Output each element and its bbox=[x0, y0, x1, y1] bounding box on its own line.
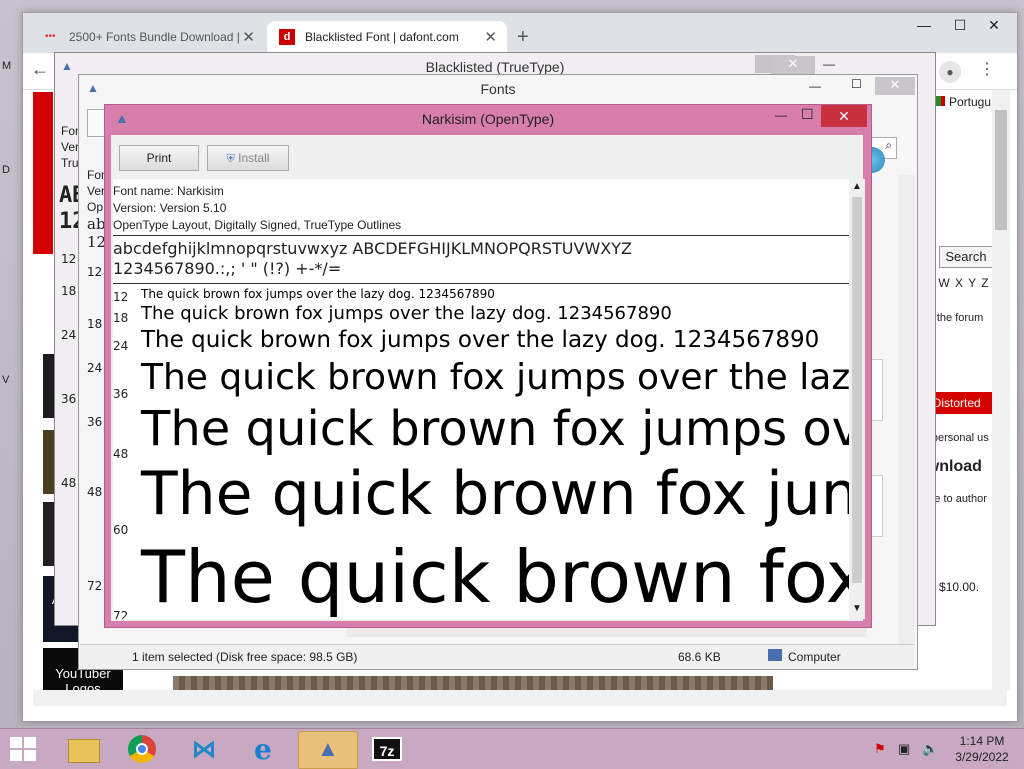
banner-strip bbox=[173, 676, 773, 690]
sample-size-label: 60 bbox=[113, 523, 129, 537]
menu-kebab-icon[interactable]: ⋮ bbox=[979, 59, 995, 79]
sample-text: The quick brown fox jumps over the lazy … bbox=[141, 287, 495, 301]
status-selected: 1 item selected (Disk free space: 98.5 G… bbox=[132, 650, 358, 664]
close-icon[interactable]: ✕ bbox=[771, 56, 815, 74]
minimize-icon[interactable]: — bbox=[909, 17, 939, 33]
sample-text: The quick brown fox jumps over the lazy … bbox=[141, 357, 849, 398]
shield-icon: ⛨ bbox=[226, 153, 235, 165]
clock-time: 1:14 PM bbox=[959, 734, 1005, 748]
sample-text: The quick brown fox jumps over the lazy … bbox=[141, 327, 820, 353]
window-title: Narkisim (OpenType) bbox=[421, 111, 555, 127]
action-center-icon[interactable]: ⚑ bbox=[874, 741, 886, 757]
fonts-scrollbar[interactable] bbox=[899, 175, 915, 649]
scroll-up-icon[interactable]: ▲ bbox=[852, 181, 862, 192]
tab-label: Blacklisted Font | dafont.com bbox=[305, 30, 459, 44]
font-info: Font name: Narkisim Version: Version 5.1… bbox=[113, 183, 401, 234]
tab-blacklisted[interactable]: d Blacklisted Font | dafont.com ✕ bbox=[267, 21, 507, 53]
back-icon[interactable]: ← bbox=[31, 59, 49, 80]
sample-text: The quick brown fox jumps over the lazy … bbox=[141, 401, 849, 457]
font-name: Font name: Narkisim bbox=[113, 184, 224, 198]
computer-icon bbox=[768, 649, 782, 661]
horizontal-scrollbar[interactable] bbox=[33, 690, 1007, 706]
sample-size-label: 24 bbox=[113, 339, 129, 353]
sample-text: The quick brown fox jumps over the lazy … bbox=[141, 535, 849, 619]
vertical-scrollbar[interactable]: ▲ ▼ bbox=[849, 179, 865, 619]
font-features: OpenType Layout, Digitally Signed, TrueT… bbox=[113, 218, 402, 232]
size-label: 72 bbox=[87, 579, 103, 593]
window-title: Fonts bbox=[480, 81, 516, 97]
dafont-favicon-icon: d bbox=[279, 29, 295, 45]
install-label: Install bbox=[238, 151, 270, 165]
sample-size-label: 18 bbox=[113, 311, 129, 325]
maximize-icon[interactable]: ☐ bbox=[945, 17, 975, 34]
character-set: abcdefghijklmnopqrstuvwxyz ABCDEFGHIJKLM… bbox=[113, 239, 632, 279]
install-button[interactable]: ⛨ Install bbox=[207, 145, 289, 171]
desktop-icon-label[interactable]: D bbox=[2, 164, 10, 176]
sample-size-label: 12 bbox=[113, 290, 129, 304]
tab-strip: ••• 2500+ Fonts Bundle Download | ✕ d Bl… bbox=[23, 13, 1017, 53]
language-portuguese[interactable]: Portugu bbox=[949, 95, 991, 109]
narkisim-font-window: ▲ Narkisim (OpenType) — ☐ ✕ Print ⛨ Inst… bbox=[104, 104, 872, 628]
close-tab-icon[interactable]: ✕ bbox=[484, 28, 497, 46]
sample-text: The quick brown fox jumps over the lazy … bbox=[141, 459, 849, 529]
maximize-icon[interactable]: ☐ bbox=[851, 77, 862, 91]
profile-avatar-icon[interactable]: ● bbox=[939, 61, 961, 83]
size-label: 48 bbox=[87, 485, 103, 499]
close-icon[interactable]: ✕ bbox=[821, 105, 867, 127]
file-explorer-icon[interactable] bbox=[54, 731, 112, 767]
desktop-icon-label[interactable]: V bbox=[2, 374, 9, 386]
desktop-icon-label[interactable]: M bbox=[2, 60, 11, 72]
close-icon[interactable]: ✕ bbox=[979, 17, 1009, 34]
charset-letters: abcdefghijklmnopqrstuvwxyz ABCDEFGHIJKLM… bbox=[113, 239, 632, 258]
status-size: 68.6 KB bbox=[678, 650, 721, 664]
size-label: 12 bbox=[87, 265, 103, 279]
title-bar: ▲ Narkisim (OpenType) — ☐ ✕ bbox=[105, 105, 871, 133]
font-viewer-icon[interactable]: ▲ bbox=[298, 731, 358, 769]
page-scrollbar[interactable] bbox=[992, 90, 1010, 690]
chrome-icon[interactable] bbox=[114, 731, 172, 767]
tab-label: 2500+ Fonts Bundle Download | bbox=[69, 30, 240, 44]
close-icon[interactable]: ✕ bbox=[875, 77, 915, 95]
font-version: Version: Version 5.10 bbox=[113, 201, 227, 215]
print-button[interactable]: Print bbox=[119, 145, 199, 171]
divider bbox=[113, 283, 849, 284]
volume-muted-icon[interactable]: 🔈 bbox=[922, 741, 938, 757]
loading-dots-icon: ••• bbox=[45, 31, 56, 42]
divider bbox=[113, 235, 849, 236]
7zip-label: 7z bbox=[372, 737, 402, 761]
minimize-icon[interactable]: — bbox=[775, 108, 787, 122]
vscode-icon[interactable]: ⋈ bbox=[176, 731, 234, 767]
size-label: 36 bbox=[87, 415, 103, 429]
font-preview-pane: Font name: Narkisim Version: Version 5.1… bbox=[113, 179, 849, 619]
title-bar: ▲ Fonts — ☐ ✕ bbox=[79, 75, 917, 103]
clock-date: 3/29/2022 bbox=[955, 750, 1009, 764]
sample-size-label: 36 bbox=[113, 387, 129, 401]
status-location: Computer bbox=[788, 650, 841, 664]
dafont-banner bbox=[33, 92, 53, 254]
close-tab-icon[interactable]: ✕ bbox=[242, 28, 255, 46]
sample-size-label: 72 bbox=[113, 609, 129, 619]
fonts-status-bar: 1 item selected (Disk free space: 98.5 G… bbox=[80, 644, 914, 669]
scroll-down-icon[interactable]: ▼ bbox=[852, 603, 862, 614]
size-label: 24 bbox=[87, 361, 103, 375]
scroll-thumb[interactable] bbox=[852, 197, 862, 583]
minimize-icon[interactable]: — bbox=[809, 79, 821, 93]
sample-size-label: 48 bbox=[113, 447, 129, 461]
scroll-thumb[interactable] bbox=[995, 110, 1007, 230]
sample-text: The quick brown fox jumps over the lazy … bbox=[141, 303, 672, 324]
taskbar: ⋈ e ▲ 7z ⚑ ▣ 🔈 1:14 PM 3/29/2022 bbox=[0, 728, 1024, 769]
new-tab-button[interactable]: + bbox=[517, 26, 529, 49]
clock[interactable]: 1:14 PM 3/29/2022 bbox=[950, 733, 1014, 765]
minimize-icon[interactable]: — bbox=[823, 57, 835, 71]
maximize-icon[interactable]: ☐ bbox=[801, 106, 814, 123]
search-button[interactable]: Search bbox=[939, 246, 993, 268]
charset-symbols: 1234567890.:,; ' " (!?) +-*/= bbox=[113, 259, 342, 278]
7zip-icon[interactable]: 7z bbox=[360, 731, 418, 767]
window-body: Print ⛨ Install Font name: Narkisim Vers… bbox=[111, 135, 865, 621]
network-icon[interactable]: ▣ bbox=[898, 741, 910, 757]
tab-fonts-bundle[interactable]: ••• 2500+ Fonts Bundle Download | ✕ bbox=[31, 21, 265, 53]
size-label: 18 bbox=[87, 317, 103, 331]
ie-icon[interactable]: e bbox=[238, 731, 296, 767]
windows-start-icon[interactable] bbox=[10, 737, 38, 761]
